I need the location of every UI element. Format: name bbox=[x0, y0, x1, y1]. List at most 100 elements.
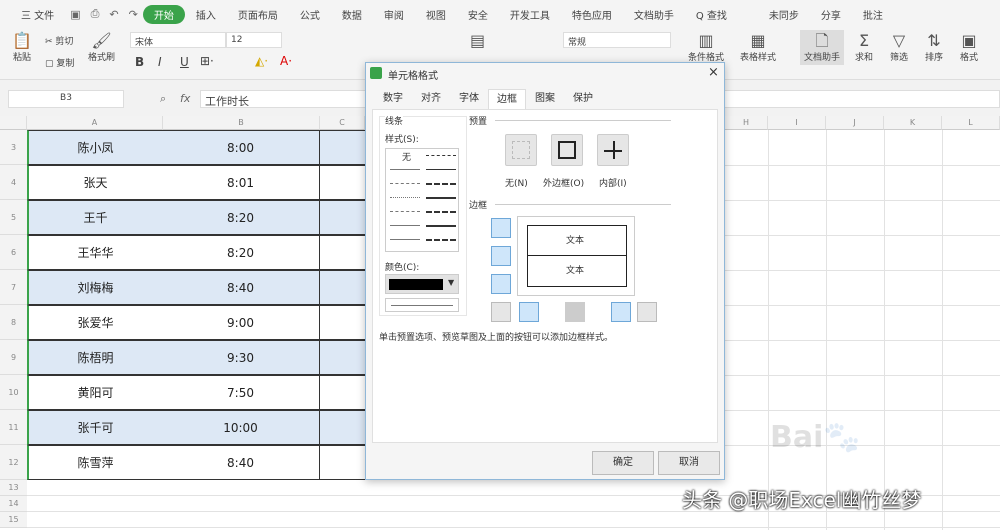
column-header[interactable]: A bbox=[27, 116, 163, 130]
share-button[interactable]: 分享 bbox=[810, 7, 852, 22]
line-style-option[interactable] bbox=[426, 197, 456, 199]
line-style-option[interactable] bbox=[390, 211, 420, 212]
cut-button[interactable]: ✂ 剪切 bbox=[45, 34, 73, 47]
name-box[interactable]: B3 bbox=[8, 90, 124, 108]
row-header[interactable]: 8 bbox=[0, 305, 27, 340]
time-cell[interactable]: 8:01 bbox=[162, 165, 320, 200]
tab-view[interactable]: 视图 bbox=[415, 7, 457, 22]
redo-icon[interactable]: ↷ bbox=[124, 8, 143, 21]
name-cell[interactable]: 王华华 bbox=[27, 235, 163, 270]
time-cell[interactable]: 7:50 bbox=[162, 375, 320, 410]
empty-cell[interactable] bbox=[319, 340, 365, 375]
tab-number[interactable]: 数字 bbox=[374, 89, 412, 109]
empty-cell[interactable] bbox=[319, 445, 365, 480]
empty-cell[interactable] bbox=[319, 200, 365, 235]
line-style-option[interactable] bbox=[390, 239, 420, 240]
row-header[interactable]: 10 bbox=[0, 375, 27, 410]
fill-color-icon[interactable]: ◭· bbox=[255, 54, 268, 68]
no-line-option[interactable]: 无 bbox=[402, 150, 411, 163]
select-all-corner[interactable] bbox=[0, 116, 27, 130]
tab-data[interactable]: 数据 bbox=[331, 7, 373, 22]
italic-button[interactable]: I bbox=[158, 55, 162, 69]
middle-border-button[interactable] bbox=[491, 246, 511, 266]
tab-review[interactable]: 审阅 bbox=[373, 7, 415, 22]
tab-formulas[interactable]: 公式 bbox=[289, 7, 331, 22]
name-cell[interactable]: 陈雪萍 bbox=[27, 445, 163, 480]
name-cell[interactable]: 黄阳可 bbox=[27, 375, 163, 410]
tab-insert[interactable]: 插入 bbox=[185, 7, 227, 22]
time-cell[interactable]: 10:00 bbox=[162, 410, 320, 445]
empty-cell[interactable] bbox=[319, 305, 365, 340]
sum-button[interactable]: Σ 求和 bbox=[855, 32, 873, 64]
empty-cell[interactable] bbox=[319, 270, 365, 305]
line-style-option[interactable] bbox=[426, 155, 456, 156]
diagonal-up-button[interactable] bbox=[491, 302, 511, 322]
name-cell[interactable]: 陈梧明 bbox=[27, 340, 163, 375]
right-border-button[interactable] bbox=[611, 302, 631, 322]
diagonal-down-button[interactable] bbox=[637, 302, 657, 322]
filter-button[interactable]: ▽ 筛选 bbox=[890, 32, 908, 64]
column-header[interactable]: K bbox=[884, 116, 942, 130]
left-border-button[interactable] bbox=[519, 302, 539, 322]
column-header[interactable]: B bbox=[163, 116, 320, 130]
empty-cell[interactable] bbox=[319, 165, 365, 200]
name-cell[interactable]: 张天 bbox=[27, 165, 163, 200]
cancel-button[interactable]: 取消 bbox=[658, 451, 720, 475]
preset-outline-button[interactable] bbox=[551, 134, 583, 166]
column-header[interactable]: C bbox=[320, 116, 365, 130]
time-cell[interactable]: 8:00 bbox=[162, 130, 320, 165]
conditional-format-button[interactable]: ▥ 条件格式 bbox=[688, 32, 724, 64]
top-border-button[interactable] bbox=[491, 218, 511, 238]
line-style-option[interactable] bbox=[390, 197, 420, 198]
file-menu[interactable]: 三 文件 bbox=[10, 7, 65, 22]
preset-inside-button[interactable] bbox=[597, 134, 629, 166]
font-color-icon[interactable]: A· bbox=[280, 54, 292, 68]
close-icon[interactable]: × bbox=[708, 65, 719, 80]
column-header[interactable]: I bbox=[768, 116, 826, 130]
time-cell[interactable]: 8:40 bbox=[162, 270, 320, 305]
tab-pattern[interactable]: 图案 bbox=[526, 89, 564, 109]
format-button[interactable]: ▣ 格式 bbox=[960, 32, 978, 64]
table-style-button[interactable]: ▦ 表格样式 bbox=[740, 32, 776, 64]
sync-status[interactable]: 未同步 bbox=[758, 7, 810, 22]
format-painter-button[interactable]: 🖌 格式刷 bbox=[88, 32, 115, 64]
bottom-border-button[interactable] bbox=[491, 274, 511, 294]
line-style-option[interactable] bbox=[390, 183, 420, 184]
merge-icon[interactable]: ▤ bbox=[470, 32, 485, 50]
empty-cell[interactable] bbox=[319, 235, 365, 270]
preset-none-button[interactable] bbox=[505, 134, 537, 166]
print-icon[interactable]: ⎙ bbox=[86, 7, 105, 21]
time-cell[interactable]: 8:20 bbox=[162, 200, 320, 235]
ok-button[interactable]: 确定 bbox=[592, 451, 654, 475]
row-header[interactable]: 13 bbox=[0, 480, 27, 496]
tab-home[interactable]: 开始 bbox=[142, 4, 185, 24]
border-icon[interactable]: ⊞· bbox=[200, 54, 214, 68]
doc-helper-button[interactable]: 🗋 文档助手 bbox=[800, 30, 845, 65]
font-size-select[interactable]: 12 bbox=[226, 32, 282, 48]
row-header[interactable]: 11 bbox=[0, 410, 27, 445]
border-preview[interactable]: 文本 文本 bbox=[517, 216, 635, 296]
tab-protection[interactable]: 保护 bbox=[564, 89, 602, 109]
column-header[interactable]: J bbox=[826, 116, 884, 130]
column-header[interactable]: H bbox=[725, 116, 768, 130]
underline-button[interactable]: U bbox=[180, 55, 189, 69]
line-style-option[interactable] bbox=[426, 225, 456, 227]
name-cell[interactable]: 张爱华 bbox=[27, 305, 163, 340]
row-header[interactable]: 12 bbox=[0, 445, 27, 480]
name-cell[interactable]: 陈小凤 bbox=[27, 130, 163, 165]
name-cell[interactable]: 刘梅梅 bbox=[27, 270, 163, 305]
empty-cell[interactable] bbox=[319, 375, 365, 410]
time-cell[interactable]: 8:20 bbox=[162, 235, 320, 270]
time-cell[interactable]: 9:00 bbox=[162, 305, 320, 340]
column-header[interactable]: L bbox=[942, 116, 1000, 130]
name-cell[interactable]: 王千 bbox=[27, 200, 163, 235]
tab-page-layout[interactable]: 页面布局 bbox=[227, 7, 289, 22]
empty-cell[interactable] bbox=[319, 130, 365, 165]
row-header[interactable]: 5 bbox=[0, 200, 27, 235]
tab-font[interactable]: 字体 bbox=[450, 89, 488, 109]
undo-icon[interactable]: ↶ bbox=[104, 8, 123, 21]
color-select[interactable]: ▼ bbox=[385, 274, 459, 294]
time-cell[interactable]: 9:30 bbox=[162, 340, 320, 375]
tab-special[interactable]: 特色应用 bbox=[561, 7, 623, 22]
zoom-formula-icon[interactable]: ⌕ bbox=[160, 92, 166, 106]
